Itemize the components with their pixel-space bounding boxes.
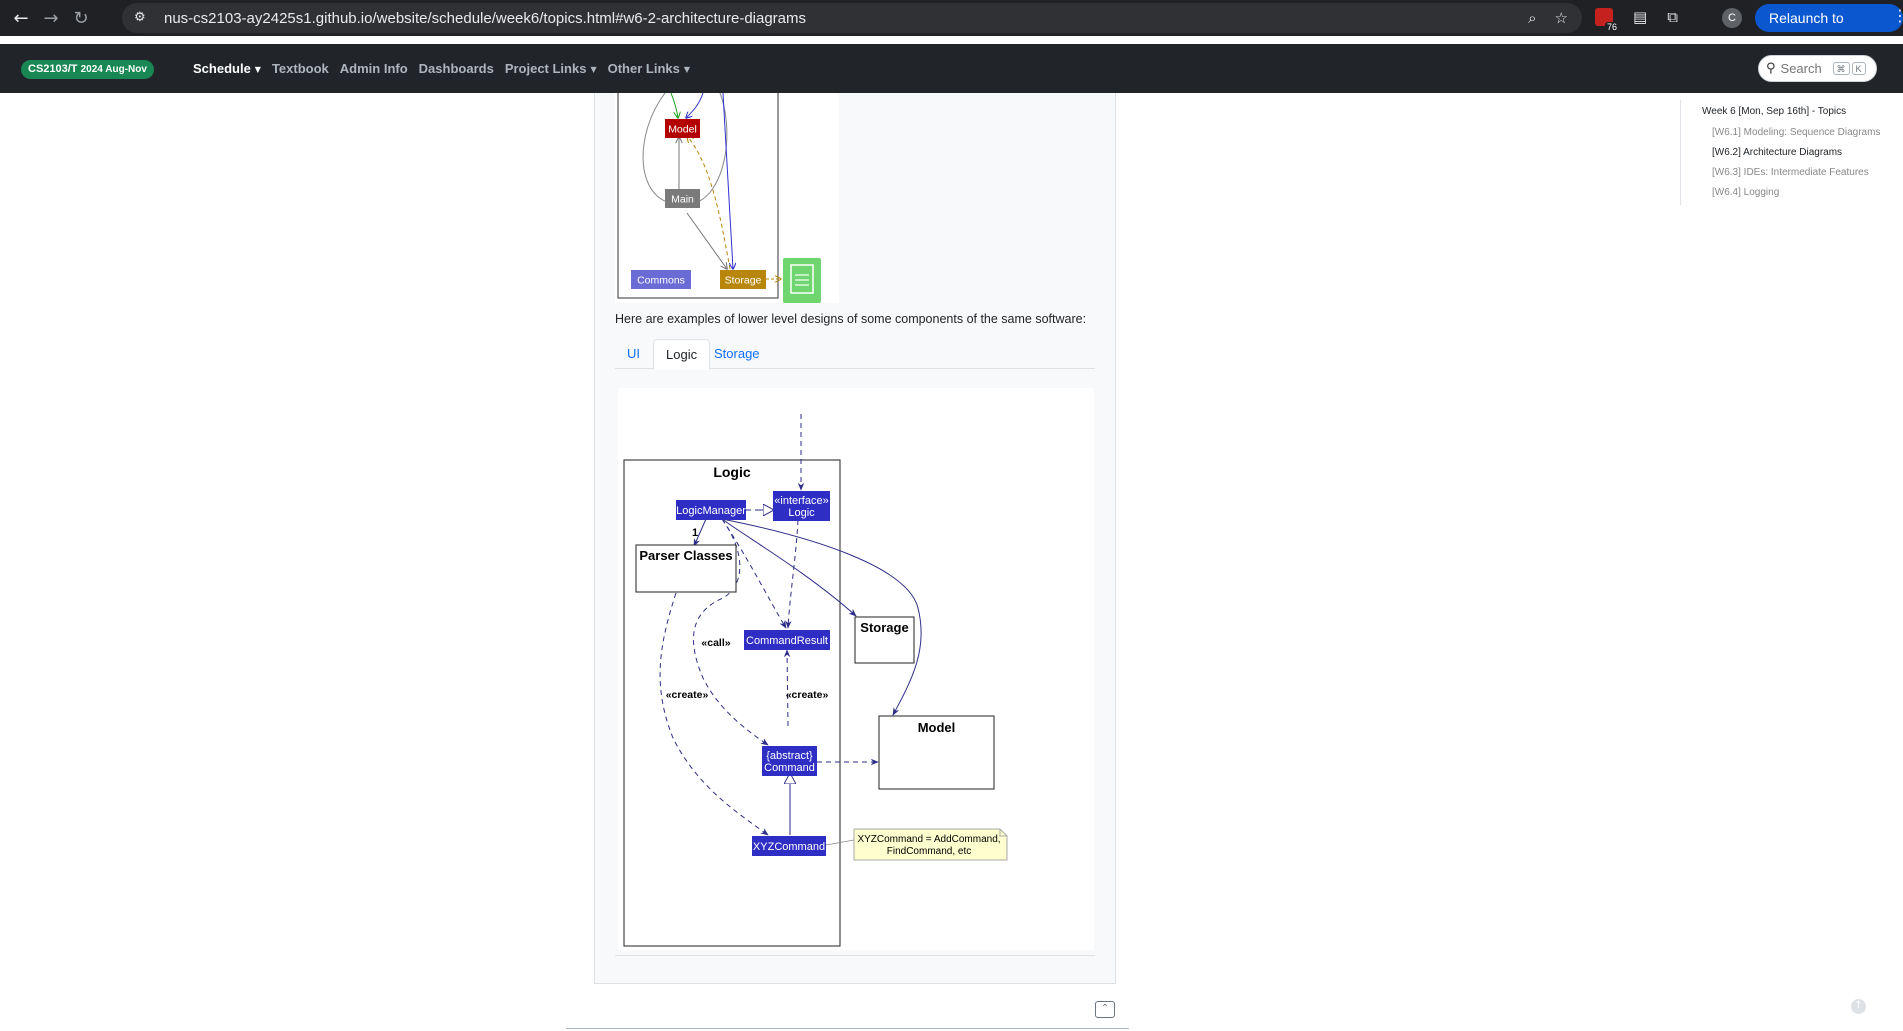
extensions-puzzle-icon[interactable]: ⧉ [1667, 8, 1678, 26]
profile-avatar[interactable]: C [1722, 8, 1742, 28]
nav-item-label: Textbook [271, 61, 329, 76]
nav-item-label: Admin Info [339, 61, 408, 76]
create-label-left: «create» [666, 689, 709, 701]
xyz-command-class: XYZCommand [752, 836, 826, 856]
parser-classes-box: Parser Classes [635, 544, 737, 593]
call-label: «call» [701, 637, 730, 649]
component-tabs: UI Logic Storage [615, 339, 1095, 370]
caret-down-icon: ▼ [254, 65, 261, 75]
storage-box: Storage [720, 270, 766, 289]
nav-item-dashboards[interactable]: Dashboards [419, 61, 494, 76]
nav-item-label: Project Links [504, 61, 587, 76]
logic-manager-class: LogicManager [676, 500, 746, 520]
relaunch-button[interactable]: Relaunch to update [1755, 4, 1903, 54]
tab-ui[interactable]: UI [615, 339, 652, 370]
back-arrow-icon[interactable]: ← [6, 3, 36, 33]
nav-item-project-links[interactable]: Project Links ▼ [505, 61, 597, 76]
reload-icon[interactable]: ↻ [66, 3, 96, 33]
browser-toolbar: ← → ↻ ⚙ nus-cs2103-ay2425s1.github.io/we… [0, 0, 1903, 54]
extension-badge-icon[interactable]: 76 [1595, 8, 1619, 32]
create-label-right: «create» [786, 689, 829, 701]
panel-divider [615, 955, 1095, 956]
nav-item-admin-info[interactable]: Admin Info [340, 61, 408, 76]
xyz-command-note: XYZCommand = AddCommand, FindCommand, et… [853, 828, 1008, 861]
collapse-panel-button[interactable]: ⌃ [1095, 1001, 1115, 1018]
intro-text: Here are examples of lower level designs… [615, 312, 1087, 326]
extension-icon[interactable]: ▤ [1633, 8, 1647, 26]
nav-item-textbook[interactable]: Textbook [272, 61, 329, 76]
search-shortcut-k: K [1851, 62, 1866, 75]
nav-menu: Schedule ▼ Textbook Admin Info Dashboards Pro… [193, 44, 690, 93]
browser-menu-icon[interactable]: ⋮ [1892, 6, 1903, 25]
main-label: Main [671, 194, 694, 206]
file-icon [783, 258, 821, 303]
address-bar[interactable]: ⚙ nus-cs2103-ay2425s1.github.io/website/… [122, 3, 1582, 33]
nav-item-label: Dashboards [418, 61, 494, 76]
abstract-stereotype: {abstract} [766, 750, 813, 762]
zoom-icon[interactable]: ⌕ [1528, 9, 1536, 27]
section-divider [566, 1028, 1129, 1029]
toc-item-w6-2[interactable]: [W6.2] Architecture Diagrams [1712, 147, 1842, 158]
toc-item-w6-3[interactable]: [W6.3] IDEs: Intermediate Features [1712, 167, 1869, 178]
interface-name: Logic [788, 507, 815, 519]
note-line-2: FindCommand, etc [887, 846, 971, 857]
model-box: Model [665, 119, 700, 138]
parser-classes-label: Parser Classes [639, 548, 732, 563]
nav-item-schedule[interactable]: Schedule ▼ [193, 61, 261, 76]
search-shortcut-cmd: ⌘ [1832, 62, 1850, 75]
interface-stereotype: «interface» [774, 495, 828, 507]
main-box: Main [665, 189, 700, 208]
caret-down-icon: ▼ [590, 65, 597, 75]
extension-badge-count: 76 [1604, 22, 1619, 32]
commons-box: Commons [631, 270, 691, 289]
storage-box-label: Storage [860, 620, 908, 635]
model-box-label: Model [918, 720, 956, 735]
xyz-command-label: XYZCommand [753, 841, 825, 853]
toc-title[interactable]: Week 6 [Mon, Sep 16th] - Topics [1702, 106, 1846, 117]
search-input[interactable] [1780, 61, 1831, 76]
toc-item-w6-4[interactable]: [W6.4] Logging [1712, 187, 1779, 198]
bookmark-star-icon[interactable]: ☆ [1555, 9, 1568, 27]
abstract-command-class: {abstract} Command [762, 746, 817, 776]
forward-arrow-icon[interactable]: → [36, 3, 66, 33]
command-result-label: CommandResult [746, 635, 828, 647]
tab-storage[interactable]: Storage [702, 339, 772, 370]
command-result-class: CommandResult [744, 630, 830, 650]
storage-label: Storage [725, 275, 762, 287]
model-label: Model [668, 124, 697, 136]
multiplicity-label: 1 [692, 527, 698, 539]
site-info-icon[interactable]: ⚙ [134, 10, 150, 26]
toc-item-w6-1[interactable]: [W6.1] Modeling: Sequence Diagrams [1712, 127, 1880, 138]
address-url[interactable]: nus-cs2103-ay2425s1.github.io/website/sc… [164, 10, 806, 27]
site-brand[interactable]: CS2103/T 2024 Aug-Nov [21, 60, 154, 79]
nav-item-other-links[interactable]: Other Links ▼ [608, 61, 690, 76]
nav-item-label: Schedule [193, 61, 251, 76]
logic-manager-label: LogicManager [676, 505, 746, 517]
logic-class-diagram: Logic LogicManager «interface» Logic 1 P… [618, 388, 1094, 950]
brand-label: CS2103/T [28, 63, 78, 75]
storage-box-logic: Storage [854, 616, 915, 664]
caret-down-icon: ▼ [683, 65, 691, 75]
search-icon: ⚲ [1766, 61, 1776, 76]
brand-sub-label: 2024 Aug-Nov [80, 64, 147, 75]
site-navbar: CS2103/T 2024 Aug-Nov Schedule ▼ Textbook A… [0, 44, 1903, 93]
model-box-logic: Model [878, 715, 995, 790]
nav-item-label: Other Links [607, 61, 680, 76]
page-toc: Week 6 [Mon, Sep 16th] - Topics [W6.1] M… [1680, 100, 1903, 205]
commons-label: Commons [637, 275, 685, 287]
logic-package [623, 459, 841, 947]
topic-panel: Model Main Commons Storage Here are exam… [594, 93, 1116, 984]
architecture-diagram: Model Main Commons Storage [615, 93, 839, 303]
logic-package-title: Logic [713, 464, 751, 480]
abstract-command-label: Command [764, 762, 815, 774]
logic-interface-class: «interface» Logic [773, 491, 830, 521]
site-search[interactable]: ⚲ ⌘ K [1758, 55, 1877, 82]
note-line-1: XYZCommand = AddCommand, [857, 834, 1000, 845]
scroll-to-top-icon[interactable]: ↑ [1851, 999, 1866, 1014]
